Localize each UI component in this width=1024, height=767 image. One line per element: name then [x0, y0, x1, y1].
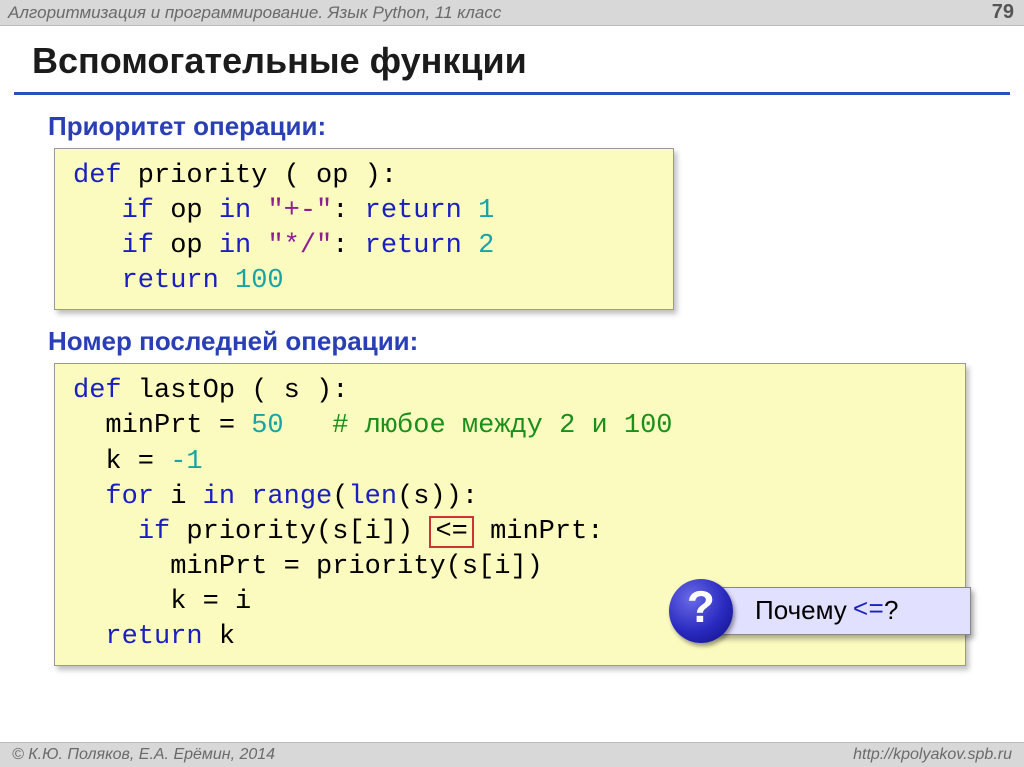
- code-line: if op in "+-": return 1: [73, 194, 655, 229]
- title-area: Вспомогательные функции: [0, 26, 1024, 88]
- question-operator: <=: [853, 594, 884, 628]
- footer-copyright: © К.Ю. Поляков, Е.А. Ерёмин, 2014: [12, 746, 275, 764]
- footer-url: http://kpolyakov.spb.ru: [853, 746, 1012, 764]
- content-area: Приоритет операции: def priority ( op ):…: [0, 95, 1024, 666]
- question-text: Почему: [755, 594, 847, 628]
- code-line: if priority(s[i]) <= minPrt:: [73, 515, 947, 550]
- footer-bar: © К.Ю. Поляков, Е.А. Ерёмин, 2014 http:/…: [0, 742, 1024, 767]
- page-number: 79: [992, 1, 1014, 24]
- code-line: def lastOp ( s ):: [73, 374, 947, 409]
- code-line: minPrt = 50 # любое между 2 и 100: [73, 409, 947, 444]
- question-badge-icon: ?: [669, 579, 733, 643]
- code-line: if op in "*/": return 2: [73, 229, 655, 264]
- code-line: def priority ( op ):: [73, 159, 655, 194]
- code-lastop: def lastOp ( s ): minPrt = 50 # любое ме…: [54, 363, 966, 666]
- code-priority: def priority ( op ): if op in "+-": retu…: [54, 148, 674, 310]
- header-bar: Алгоритмизация и программирование. Язык …: [0, 0, 1024, 26]
- course-title: Алгоритмизация и программирование. Язык …: [8, 3, 501, 23]
- highlight-box: <=: [429, 516, 473, 548]
- section-priority: Приоритет операции:: [48, 111, 984, 142]
- section-lastop: Номер последней операции:: [48, 326, 984, 357]
- code-line: k = -1: [73, 445, 947, 480]
- code-line: return 100: [73, 264, 655, 299]
- question-mark: ?: [884, 594, 898, 628]
- code-line: for i in range(len(s)):: [73, 480, 947, 515]
- slide-title: Вспомогательные функции: [32, 40, 992, 82]
- code-line: minPrt = priority(s[i]): [73, 550, 947, 585]
- question-box: Почему <= ?: [716, 587, 971, 635]
